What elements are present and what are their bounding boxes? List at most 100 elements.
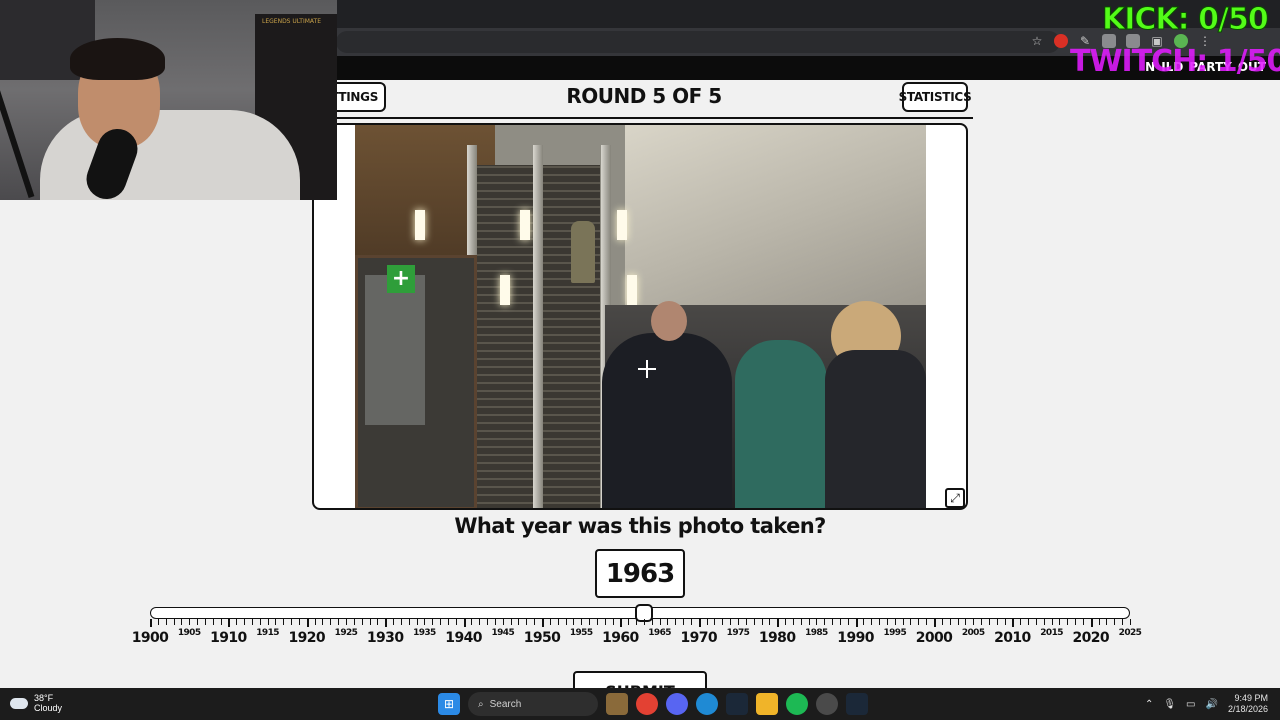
slider-tick	[785, 619, 787, 625]
slider-year-label: 2020	[1072, 630, 1110, 646]
slider-tick	[502, 619, 504, 625]
taskbar-search[interactable]: ⌕ Search	[468, 692, 598, 716]
slider-tick	[416, 619, 418, 625]
slider-tick	[855, 619, 858, 627]
star-icon[interactable]: ☆	[1030, 34, 1044, 48]
slider-year-label: 1950	[523, 630, 561, 646]
widgets-icon[interactable]	[606, 693, 628, 715]
slider-tick	[604, 619, 606, 625]
slider-tick	[714, 619, 716, 625]
slider-tick	[291, 619, 293, 625]
webcam-shelf-label: LEGENDS ULTIMATE	[262, 18, 322, 25]
slider-year-label: 1925	[334, 628, 358, 638]
slider-year-label: 1960	[602, 630, 639, 646]
slider-tick	[949, 619, 951, 625]
slider-tick	[573, 619, 575, 625]
windows-start-icon[interactable]: ⊞	[438, 693, 460, 715]
slider-tick	[847, 619, 849, 625]
slider-tick	[643, 619, 645, 625]
slider-tick	[1020, 619, 1022, 625]
slider-tick	[463, 619, 466, 627]
slider-tick	[698, 619, 701, 627]
slider-tick	[612, 619, 614, 625]
edge-icon[interactable]	[696, 693, 718, 715]
volume-icon[interactable]: 🔊	[1206, 699, 1218, 710]
statistics-button[interactable]: STATISTICS	[899, 82, 972, 112]
person-head	[651, 301, 687, 341]
slider-tick	[675, 619, 677, 625]
chevron-up-icon[interactable]: ⌃	[1145, 699, 1153, 710]
slider-tick	[267, 619, 269, 625]
slider-year-label: 2000	[915, 630, 953, 646]
slider-tick	[918, 619, 920, 625]
slider-tick	[440, 619, 442, 625]
slider-tick	[432, 619, 434, 625]
slider-tick	[369, 619, 371, 625]
chrome-icon[interactable]	[636, 693, 658, 715]
slider-tick	[651, 619, 653, 625]
slider-tick	[1028, 619, 1030, 625]
slider-tick	[722, 619, 724, 625]
guess-photo[interactable]: +	[355, 125, 926, 508]
slider-tick	[988, 619, 990, 625]
slider-tick	[581, 619, 583, 625]
slider-tick	[565, 619, 567, 625]
address-bar[interactable]	[336, 31, 1060, 53]
slider-tick	[157, 619, 159, 625]
slider-year-label: 1970	[680, 630, 718, 646]
slider-year-label: 1930	[366, 630, 404, 646]
slider-year-label: 2025	[1118, 628, 1142, 638]
escalator-rail	[533, 145, 543, 508]
slider-tick	[283, 619, 285, 625]
fullscreen-icon[interactable]: ⤢	[945, 488, 965, 508]
slider-tick	[1012, 619, 1015, 627]
year-value-display[interactable]: 1963	[595, 549, 685, 598]
slider-tick	[886, 619, 888, 625]
slider-tick	[926, 619, 928, 625]
extension-icon[interactable]	[1054, 34, 1068, 48]
slider-tick	[957, 619, 959, 625]
steam-icon[interactable]	[846, 693, 868, 715]
slider-year-label: 1945	[491, 628, 515, 638]
slider-tick	[730, 619, 732, 625]
slider-tick	[628, 619, 630, 625]
slider-tick	[518, 619, 520, 625]
slider-tick	[1059, 619, 1061, 625]
slider-year-label: 1900	[131, 630, 169, 646]
slider-tick	[1098, 619, 1100, 625]
spotify-icon[interactable]	[786, 693, 808, 715]
slider-tick	[534, 619, 536, 625]
file-explorer-icon[interactable]	[756, 693, 778, 715]
weather-desc: Cloudy	[34, 703, 63, 713]
slider-tick	[816, 619, 818, 625]
weather-widget[interactable]: 38°F Cloudy	[10, 693, 62, 713]
clock[interactable]: 9:49 PM 2/18/2026	[1228, 693, 1268, 715]
slider-tick	[589, 619, 591, 625]
microphone-icon[interactable]: 🎙	[1163, 699, 1176, 710]
discord-icon[interactable]	[666, 693, 688, 715]
slider-tick	[808, 619, 810, 625]
app-icon[interactable]	[816, 693, 838, 715]
slider-tick	[236, 619, 238, 625]
year-slider-ticks	[150, 619, 1131, 627]
slider-tick	[251, 619, 253, 625]
slider-year-label: 1905	[177, 628, 201, 638]
slider-tick	[259, 619, 261, 625]
person-dark-coat	[602, 333, 732, 508]
slider-tick	[879, 619, 881, 625]
slider-year-label: 1985	[805, 628, 828, 638]
slider-tick	[526, 619, 528, 625]
slider-tick	[1051, 619, 1053, 625]
slider-tick	[212, 619, 214, 625]
slider-tick	[1090, 619, 1093, 627]
slider-tick	[487, 619, 489, 625]
slider-tick	[745, 619, 747, 625]
booth-window	[365, 275, 425, 425]
steam-icon[interactable]	[726, 693, 748, 715]
slider-tick	[298, 619, 300, 625]
network-icon[interactable]: ▭	[1186, 699, 1195, 710]
slider-tick	[173, 619, 175, 625]
webcam-overlay: LEGENDS ULTIMATE	[0, 0, 337, 200]
slider-year-label: 2005	[961, 628, 985, 638]
tunnel-vault	[625, 125, 926, 305]
